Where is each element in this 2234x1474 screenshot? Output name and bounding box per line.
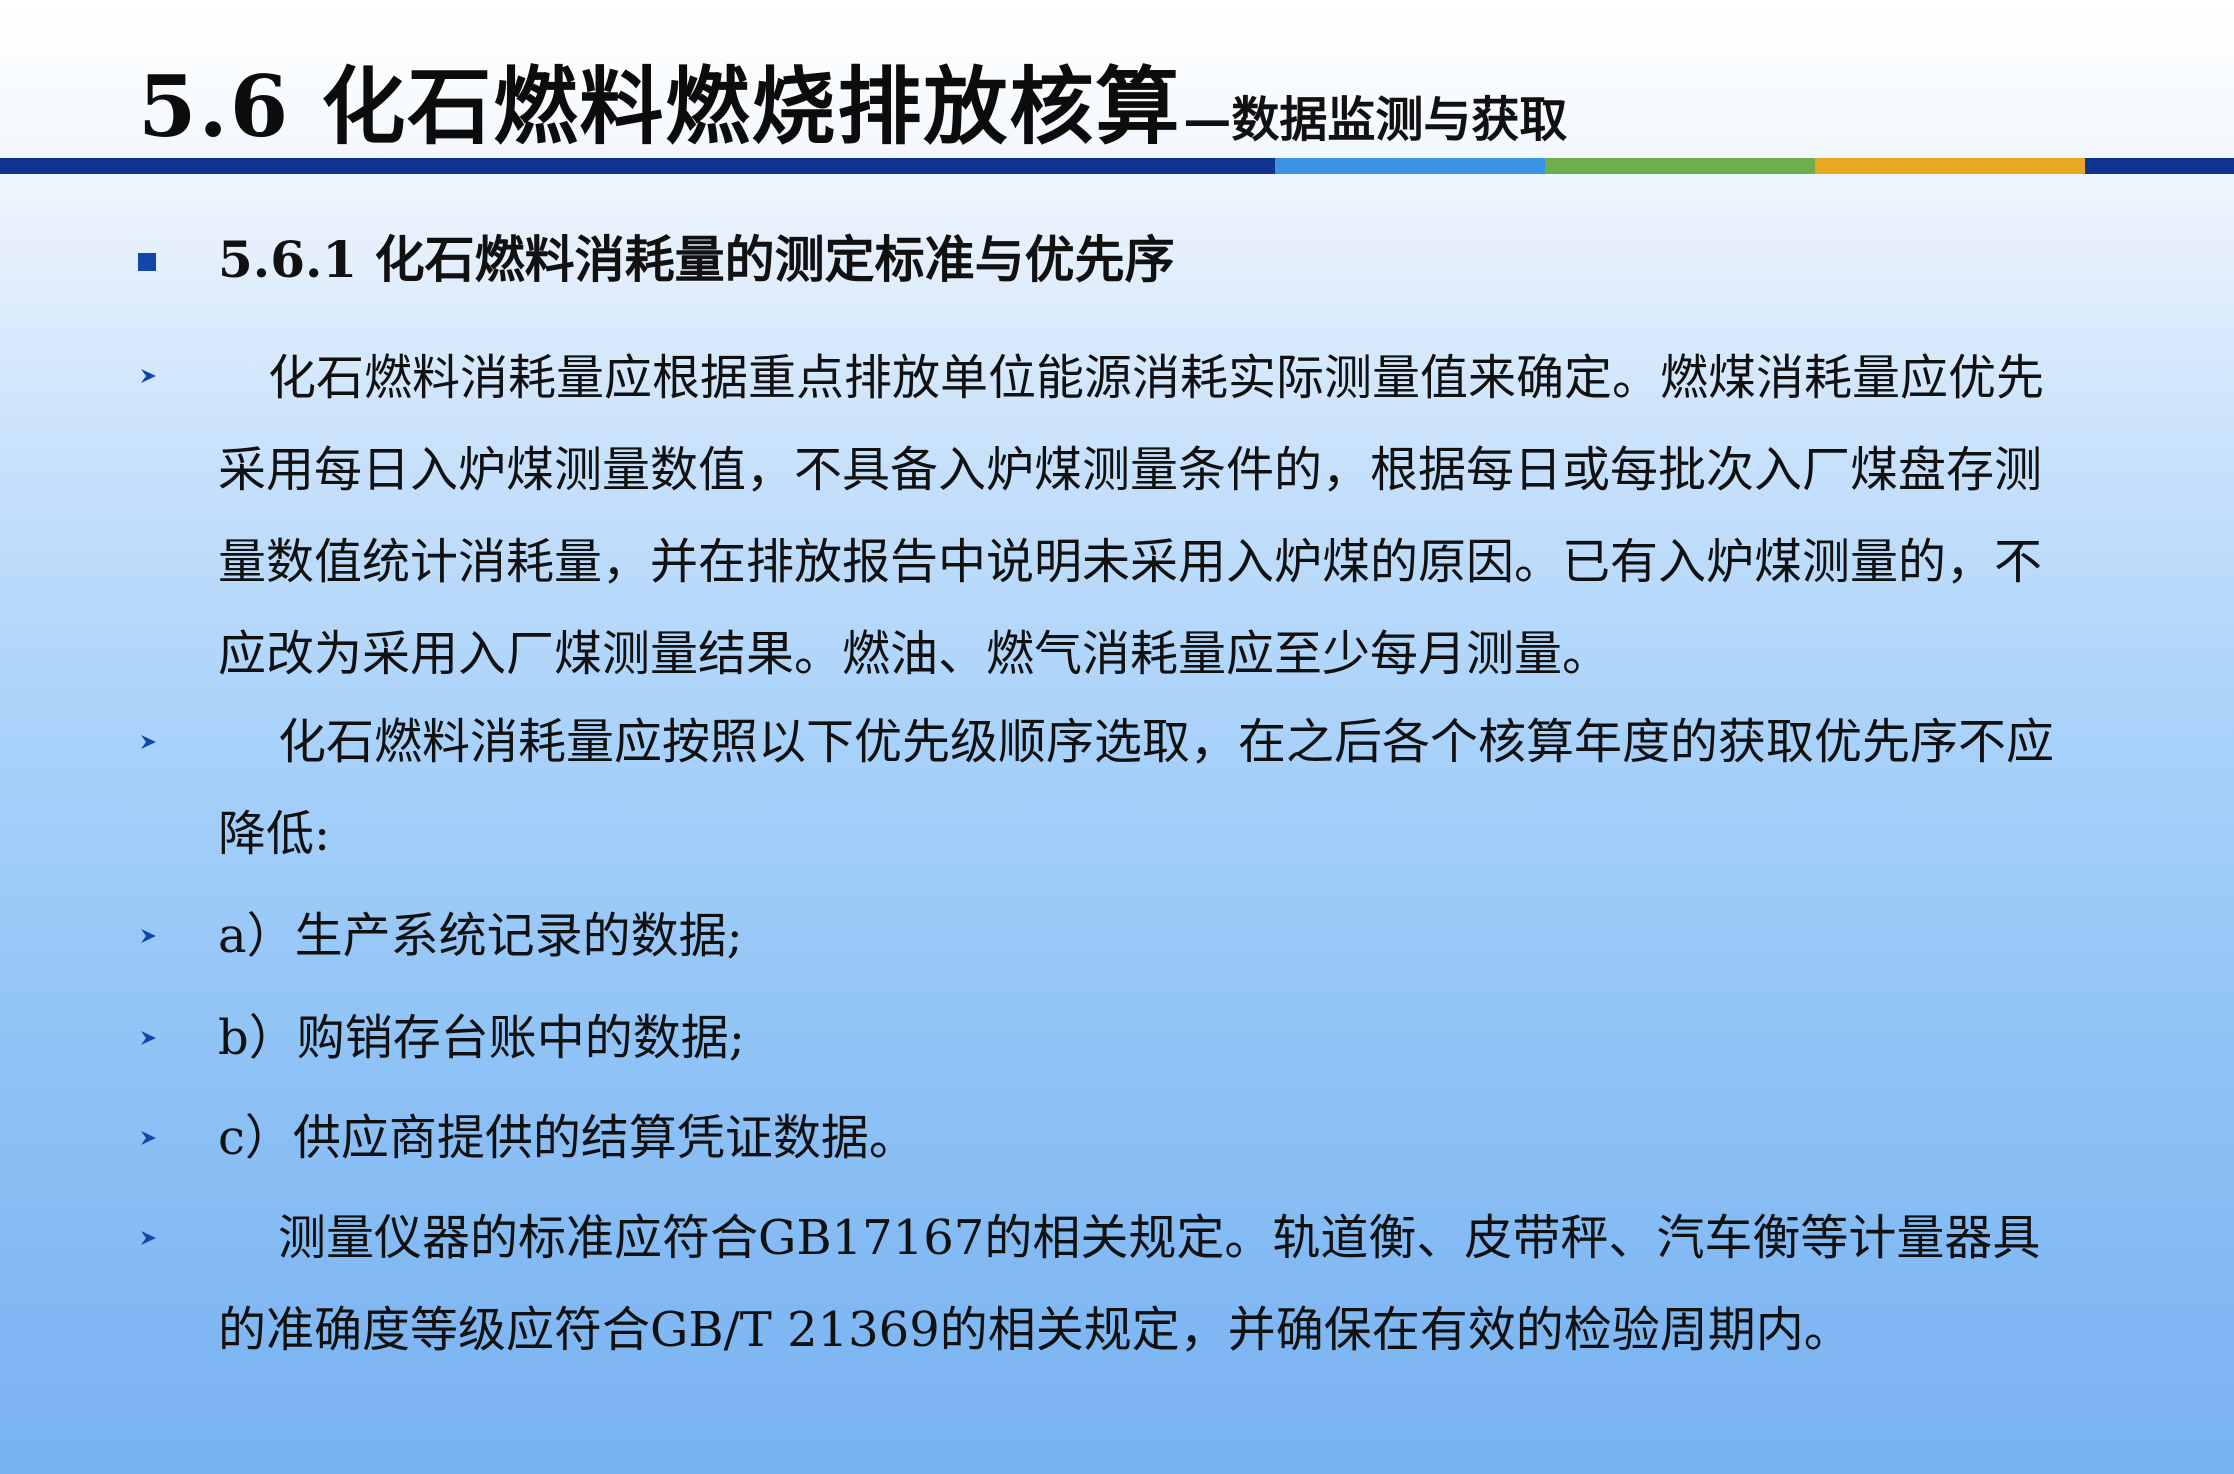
list-item-text: b）购销存台账中的数据; [218, 1010, 745, 1066]
stripe-segment-navy-end [2085, 158, 2234, 174]
arrow-bullet-icon [138, 926, 158, 946]
arrow-bullet-icon [138, 366, 158, 386]
list-item-text: 化石燃料消耗量应按照以下优先级顺序选取，在之后各个核算年度的获取优先序不应降低: [218, 714, 2055, 862]
list-item-text: 测量仪器的标准应符合GB17167的相关规定。轨道衡、皮带秤、汽车衡等计量器具的… [218, 1210, 2041, 1358]
arrow-bullet-icon [138, 732, 158, 752]
stripe-segment-orange [1815, 158, 2085, 174]
slide-title: 5.6 化石燃料燃烧排放核算 [138, 57, 1182, 156]
stripe-segment-blue [1275, 158, 1545, 174]
list-item-text: 化石燃料消耗量应根据重点排放单位能源消耗实际测量值来确定。燃煤消耗量应优先采用每… [218, 350, 2045, 682]
slide-title-row: 5.6 化石燃料燃烧排放核算—数据监测与获取 [138, 40, 1568, 156]
section-heading-text: 5.6.1 化石燃料消耗量的测定标准与优先序 [218, 230, 1175, 289]
stripe-segment-green [1545, 158, 1815, 174]
square-bullet-icon [138, 253, 156, 271]
arrow-bullet-icon [138, 1028, 158, 1048]
list-item-text: c）供应商提供的结算凭证数据。 [218, 1110, 917, 1166]
arrow-bullet-icon [138, 1228, 158, 1248]
section-heading: 5.6.1 化石燃料消耗量的测定标准与优先序 [138, 222, 2138, 298]
stripe-segment-navy [0, 158, 1275, 174]
list-item-text: a）生产系统记录的数据; [218, 908, 743, 964]
title-underline-stripe [0, 158, 2234, 174]
arrow-bullet-icon [138, 1128, 158, 1148]
slide-subtitle: —数据监测与获取 [1183, 92, 1568, 148]
